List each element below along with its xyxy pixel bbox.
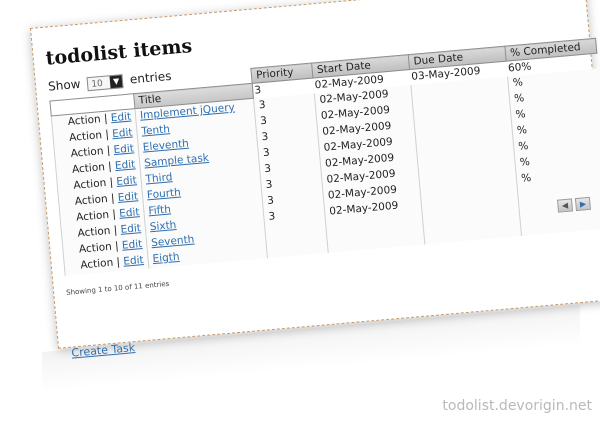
chevron-right-icon[interactable]: ▶ — [574, 196, 591, 212]
action-label: Action — [71, 161, 106, 176]
action-label: Action — [68, 129, 103, 144]
edit-link[interactable]: Edit — [119, 206, 140, 220]
task-title-link[interactable]: Third — [145, 171, 173, 185]
edit-link[interactable]: Edit — [114, 158, 135, 172]
page-title: todolist items — [44, 34, 193, 70]
page-size-value: 10 — [90, 78, 104, 90]
task-title-link[interactable]: Tenth — [141, 123, 170, 137]
task-title-link[interactable]: Eigth — [152, 251, 180, 265]
action-label: Action — [75, 208, 110, 224]
entries-label: entries — [129, 68, 172, 87]
todolist-card: todolist items Priority Start Date Due D… — [30, 0, 600, 360]
action-label: Action — [79, 256, 114, 272]
action-label: Action — [70, 145, 104, 160]
edit-link[interactable]: Edit — [121, 238, 142, 252]
edit-link[interactable]: Edit — [123, 254, 144, 268]
edit-link[interactable]: Edit — [120, 222, 141, 236]
task-title-link[interactable]: Seventh — [151, 234, 195, 250]
edit-link[interactable]: Edit — [117, 190, 138, 204]
table-info: Showing 1 to 10 of 11 entries — [65, 279, 170, 297]
edit-link[interactable]: Edit — [116, 174, 137, 188]
task-title-link[interactable]: Fifth — [148, 203, 171, 217]
pagination: ◀ ▶ — [553, 191, 591, 213]
edit-link[interactable]: Edit — [110, 111, 131, 125]
action-label: Action — [67, 113, 102, 129]
action-label: Action — [74, 192, 109, 208]
action-label: Action — [72, 176, 107, 192]
chevron-down-icon: ▼ — [109, 74, 123, 88]
task-title-link[interactable]: Fourth — [147, 187, 182, 202]
task-title-link[interactable]: Eleventh — [142, 138, 189, 154]
chevron-left-icon[interactable]: ◀ — [556, 198, 574, 213]
task-title-link[interactable]: Sixth — [149, 219, 177, 233]
show-label: Show — [47, 76, 82, 94]
action-label: Action — [77, 224, 111, 240]
edit-link[interactable]: Edit — [113, 142, 134, 156]
site-watermark: todolist.devorigin.net — [442, 398, 592, 414]
action-label: Action — [78, 240, 113, 256]
page-wrapper: todolist items Priority Start Date Due D… — [0, 0, 600, 428]
edit-link[interactable]: Edit — [112, 126, 133, 140]
